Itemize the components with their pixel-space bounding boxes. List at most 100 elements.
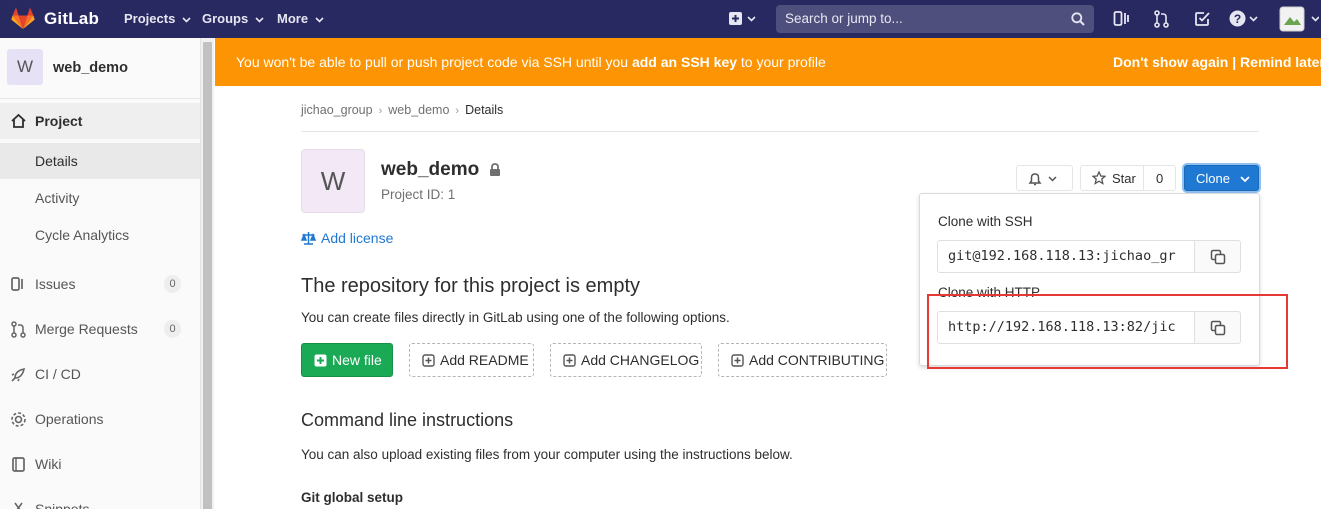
sidebar-item-label: Project (35, 113, 83, 129)
project-avatar: W (301, 149, 365, 213)
breadcrumb-separator-icon: › (455, 105, 460, 117)
highlight-annotation-box (927, 294, 1288, 369)
search-placeholder: Search or jump to... (785, 11, 903, 26)
banner-text-before: You won't be able to pull or push projec… (236, 54, 632, 70)
search-input[interactable]: Search or jump to... (776, 5, 1094, 33)
clone-dropdown-button[interactable]: Clone (1184, 165, 1259, 191)
dont-show-again-link[interactable]: Don't show again (1113, 54, 1228, 70)
star-button[interactable]: Star (1080, 165, 1144, 191)
gitlab-logo-icon[interactable] (11, 7, 35, 33)
nav-groups-menu[interactable]: Groups (202, 11, 264, 26)
breadcrumb-project[interactable]: web_demo (388, 103, 449, 117)
add-license-label: Add license (321, 230, 394, 246)
add-changelog-button[interactable]: Add CHANGELOG (550, 343, 702, 377)
merge-request-icon (11, 321, 26, 338)
sidebar-item-operations[interactable]: Operations (0, 401, 200, 437)
book-icon (12, 457, 25, 472)
add-readme-button[interactable]: Add README (409, 343, 534, 377)
chevron-down-icon (315, 17, 324, 23)
sidebar-item-activity[interactable]: Activity (0, 180, 200, 216)
sidebar-item-label: Cycle Analytics (35, 227, 130, 243)
copy-ssh-url-button[interactable] (1194, 240, 1241, 273)
nav-more-label: More (277, 11, 309, 26)
bell-icon (1028, 173, 1057, 186)
breadcrumb-separator-icon: › (378, 105, 383, 117)
new-file-button[interactable]: New file (301, 343, 393, 377)
breadcrumb-current: Details (465, 103, 504, 117)
plus-square-icon (563, 354, 576, 367)
sidebar-item-issues[interactable]: Issues 0 (0, 266, 200, 302)
chevron-down-icon (182, 17, 191, 23)
sidebar-item-label: Wiki (35, 456, 62, 472)
project-sidebar: W web_demo Project Details Activity Cycl… (0, 38, 214, 509)
nav-more-menu[interactable]: More (277, 11, 324, 26)
chevron-down-icon (255, 17, 264, 23)
add-readme-label: Add README (440, 352, 529, 368)
lock-icon (490, 163, 500, 176)
sidebar-item-label: Activity (35, 190, 80, 206)
empty-repo-heading: The repository for this project is empty (301, 275, 641, 297)
git-global-setup-heading: Git global setup (301, 490, 404, 505)
sidebar-scrollbar[interactable] (200, 38, 214, 509)
issues-nav-icon[interactable] (1113, 10, 1130, 30)
star-icon (1092, 171, 1106, 185)
sidebar-item-project[interactable]: Project (0, 103, 200, 139)
rocket-icon (11, 367, 26, 382)
clone-label: Clone (1196, 171, 1230, 186)
clone-ssh-label: Clone with SSH (938, 214, 1033, 229)
scrollbar-thumb[interactable] (203, 42, 212, 509)
brand-name[interactable]: GitLab (44, 9, 99, 29)
new-item-dropdown[interactable] (728, 11, 758, 30)
sidebar-project-avatar: W (7, 49, 43, 85)
todos-nav-icon[interactable] (1194, 10, 1211, 30)
remind-later-link[interactable]: Remind later (1240, 54, 1321, 70)
avatar-icon (1279, 6, 1320, 32)
sidebar-item-label: Snippets (35, 501, 90, 509)
merge-requests-count-badge: 0 (164, 320, 181, 338)
plus-square-icon (731, 354, 744, 367)
scissors-icon (14, 502, 23, 509)
issues-count-badge: 0 (164, 275, 181, 293)
home-icon (11, 113, 26, 128)
plus-square-icon (422, 354, 435, 367)
sidebar-item-merge-requests[interactable]: Merge Requests 0 (0, 311, 200, 347)
breadcrumb: jichao_group › web_demo › Details (301, 103, 503, 117)
add-contributing-button[interactable]: Add CONTRIBUTING (718, 343, 887, 377)
user-avatar-dropdown[interactable] (1279, 6, 1320, 35)
nav-projects-label: Projects (124, 11, 176, 26)
copy-icon (1210, 249, 1226, 265)
search-icon (1071, 12, 1085, 26)
nav-projects-menu[interactable]: Projects (124, 11, 191, 26)
sidebar-item-details[interactable]: Details (0, 143, 200, 179)
banner-separator: | (1232, 54, 1237, 70)
clone-ssh-url-input[interactable]: git@192.168.118.13:jichao_gr (937, 240, 1195, 273)
add-contributing-label: Add CONTRIBUTING (749, 352, 885, 368)
sidebar-item-snippets[interactable]: Snippets (0, 491, 200, 509)
notification-dropdown-button[interactable] (1016, 165, 1073, 191)
sidebar-item-cycle-analytics[interactable]: Cycle Analytics (0, 217, 200, 253)
sidebar-item-label: CI / CD (35, 366, 81, 382)
banner-message: You won't be able to pull or push projec… (236, 54, 826, 70)
merge-request-nav-icon[interactable] (1153, 10, 1170, 31)
add-ssh-key-link[interactable]: add an SSH key (632, 54, 737, 70)
divider (301, 131, 1259, 132)
empty-repo-subtext: You can create files directly in GitLab … (301, 310, 730, 325)
sidebar-project-header[interactable]: W web_demo (0, 38, 200, 99)
help-dropdown[interactable]: ? (1229, 10, 1259, 31)
svg-text:?: ? (1234, 12, 1241, 26)
sidebar-item-wiki[interactable]: Wiki (0, 446, 200, 482)
star-count[interactable]: 0 (1143, 165, 1176, 191)
question-circle-icon: ? (1229, 10, 1258, 27)
breadcrumb-group[interactable]: jichao_group (301, 103, 373, 117)
plus-square-icon (729, 12, 756, 25)
sidebar-item-ci-cd[interactable]: CI / CD (0, 356, 200, 392)
banner-actions: Don't show again | Remind later (1113, 54, 1321, 70)
sidebar-project-name: web_demo (53, 60, 128, 76)
sidebar-item-label: Operations (35, 411, 104, 427)
cloud-gear-icon (11, 412, 26, 427)
cli-subtext: You can also upload existing files from … (301, 447, 793, 462)
scale-icon (301, 232, 316, 245)
cli-heading: Command line instructions (301, 410, 514, 430)
project-id: Project ID: 1 (381, 187, 456, 202)
plus-square-icon (314, 354, 327, 367)
